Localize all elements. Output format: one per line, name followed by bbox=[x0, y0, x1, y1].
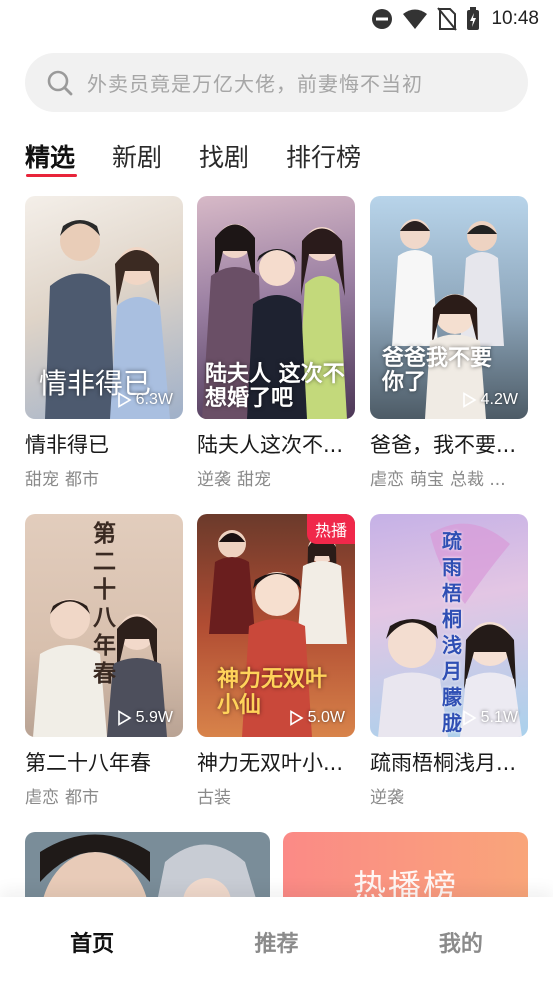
nav-home[interactable]: 首页 bbox=[0, 897, 184, 983]
drama-title[interactable]: 神力无双叶小... bbox=[197, 747, 355, 777]
hot-badge: 热播 bbox=[306, 514, 355, 544]
drama-title[interactable]: 爸爸，我不要... bbox=[370, 429, 528, 459]
drama-card[interactable]: 情非得已 6.3W 情非得已 甜宠 都市 bbox=[25, 196, 183, 490]
drama-card[interactable]: 陆夫人 这次不想婚了吧 陆夫人这次不... 逆袭 甜宠 bbox=[197, 196, 355, 490]
no-sim-icon bbox=[437, 7, 458, 31]
tag: 逆袭 bbox=[370, 788, 404, 808]
poster-image[interactable]: 疏雨梧桐浅月朦胧 5.1W bbox=[370, 514, 528, 737]
poster-image[interactable]: 第二十八年春 5.9W bbox=[25, 514, 183, 737]
poster-title-art: 陆夫人 这次不想婚了吧 bbox=[205, 361, 345, 411]
status-time: 10:48 bbox=[491, 8, 539, 29]
play-icon bbox=[462, 392, 477, 408]
tab-new[interactable]: 新剧 bbox=[112, 138, 162, 178]
drama-title[interactable]: 疏雨梧桐浅月... bbox=[370, 747, 528, 777]
search-bar[interactable]: 外卖员竟是万亿大佬，前妻悔不当初 bbox=[25, 53, 528, 112]
view-count-text: 4.2W bbox=[480, 391, 518, 408]
tab-label: 排行榜 bbox=[286, 143, 362, 172]
do-not-disturb-icon bbox=[372, 9, 393, 29]
drama-tags: 逆袭 bbox=[370, 783, 528, 808]
play-icon bbox=[462, 710, 477, 726]
tab-featured[interactable]: 精选 bbox=[25, 138, 77, 178]
nav-profile[interactable]: 我的 bbox=[369, 897, 553, 983]
view-count-text: 5.0W bbox=[307, 709, 345, 726]
poster-image[interactable]: 神力无双叶小仙 热播 5.0W bbox=[197, 514, 355, 737]
drama-tags: 甜宠 都市 bbox=[25, 465, 183, 490]
play-icon bbox=[117, 392, 132, 408]
drama-card[interactable]: 爸爸我不要你了 4.2W 爸爸，我不要... 虐恋 萌宝 总裁 ... bbox=[370, 196, 528, 490]
view-count-text: 5.1W bbox=[480, 709, 518, 726]
drama-tags: 古装 bbox=[197, 783, 355, 808]
view-count: 5.9W bbox=[116, 709, 173, 727]
view-count: 4.2W bbox=[461, 391, 518, 409]
poster-image[interactable]: 陆夫人 这次不想婚了吧 bbox=[197, 196, 355, 419]
wifi-icon bbox=[403, 9, 428, 29]
category-tabs: 精选 新剧 找剧 排行榜 bbox=[25, 138, 398, 178]
tag: 甜宠 bbox=[237, 470, 271, 490]
bottom-navigation: 首页 推荐 我的 bbox=[0, 897, 553, 983]
nav-recommend[interactable]: 推荐 bbox=[184, 897, 368, 983]
poster-title-art: 爸爸我不要你了 bbox=[382, 345, 493, 395]
poster-image[interactable]: 情非得已 6.3W bbox=[25, 196, 183, 419]
search-icon bbox=[47, 70, 73, 95]
drama-card[interactable]: 疏雨梧桐浅月朦胧 5.1W 疏雨梧桐浅月... 逆袭 bbox=[370, 514, 528, 808]
drama-title[interactable]: 陆夫人这次不... bbox=[197, 429, 355, 459]
tag: 逆袭 bbox=[197, 470, 231, 490]
tab-find[interactable]: 找剧 bbox=[199, 138, 249, 178]
drama-tags: 虐恋 都市 bbox=[25, 783, 183, 808]
poster-image[interactable]: 爸爸我不要你了 4.2W bbox=[370, 196, 528, 419]
drama-title[interactable]: 情非得已 bbox=[25, 429, 183, 459]
status-bar: 10:48 bbox=[0, 0, 553, 40]
tab-label: 找剧 bbox=[199, 143, 250, 172]
tag: 虐恋 bbox=[370, 470, 404, 490]
view-count-text: 5.9W bbox=[135, 709, 173, 726]
tag: 都市 bbox=[65, 470, 99, 490]
tab-label: 精选 bbox=[25, 143, 76, 172]
play-icon bbox=[117, 710, 132, 726]
battery-charging-icon bbox=[467, 7, 480, 30]
drama-tags: 逆袭 甜宠 bbox=[197, 465, 355, 490]
view-count: 6.3W bbox=[116, 391, 173, 409]
active-tab-indicator bbox=[26, 174, 77, 177]
drama-tags: 虐恋 萌宝 总裁 ... bbox=[370, 465, 528, 490]
tab-ranking[interactable]: 排行榜 bbox=[286, 138, 361, 178]
view-count: 5.1W bbox=[461, 709, 518, 727]
drama-title[interactable]: 第二十八年春 bbox=[25, 747, 183, 777]
drama-card[interactable]: 第二十八年春 5.9W 第二十八年春 虐恋 都市 bbox=[25, 514, 183, 808]
view-count: 5.0W bbox=[288, 709, 345, 727]
search-placeholder: 外卖员竟是万亿大佬，前妻悔不当初 bbox=[87, 72, 423, 96]
tag: 古装 bbox=[197, 788, 231, 808]
status-icons: 10:48 bbox=[371, 6, 539, 32]
tag: 萌宝 bbox=[410, 470, 444, 490]
poster-title-art: 疏雨梧桐浅月朦胧 bbox=[442, 529, 462, 735]
tag: 总裁 ... bbox=[450, 470, 506, 490]
drama-card[interactable]: 神力无双叶小仙 热播 5.0W 神力无双叶小... 古装 bbox=[197, 514, 355, 808]
tag: 虐恋 bbox=[25, 788, 59, 808]
tab-label: 新剧 bbox=[112, 143, 163, 172]
tag: 都市 bbox=[65, 788, 99, 808]
poster-title-art: 第二十八年春 bbox=[93, 520, 116, 687]
play-icon bbox=[289, 710, 304, 726]
tag: 甜宠 bbox=[25, 470, 59, 490]
view-count-text: 6.3W bbox=[135, 391, 173, 408]
